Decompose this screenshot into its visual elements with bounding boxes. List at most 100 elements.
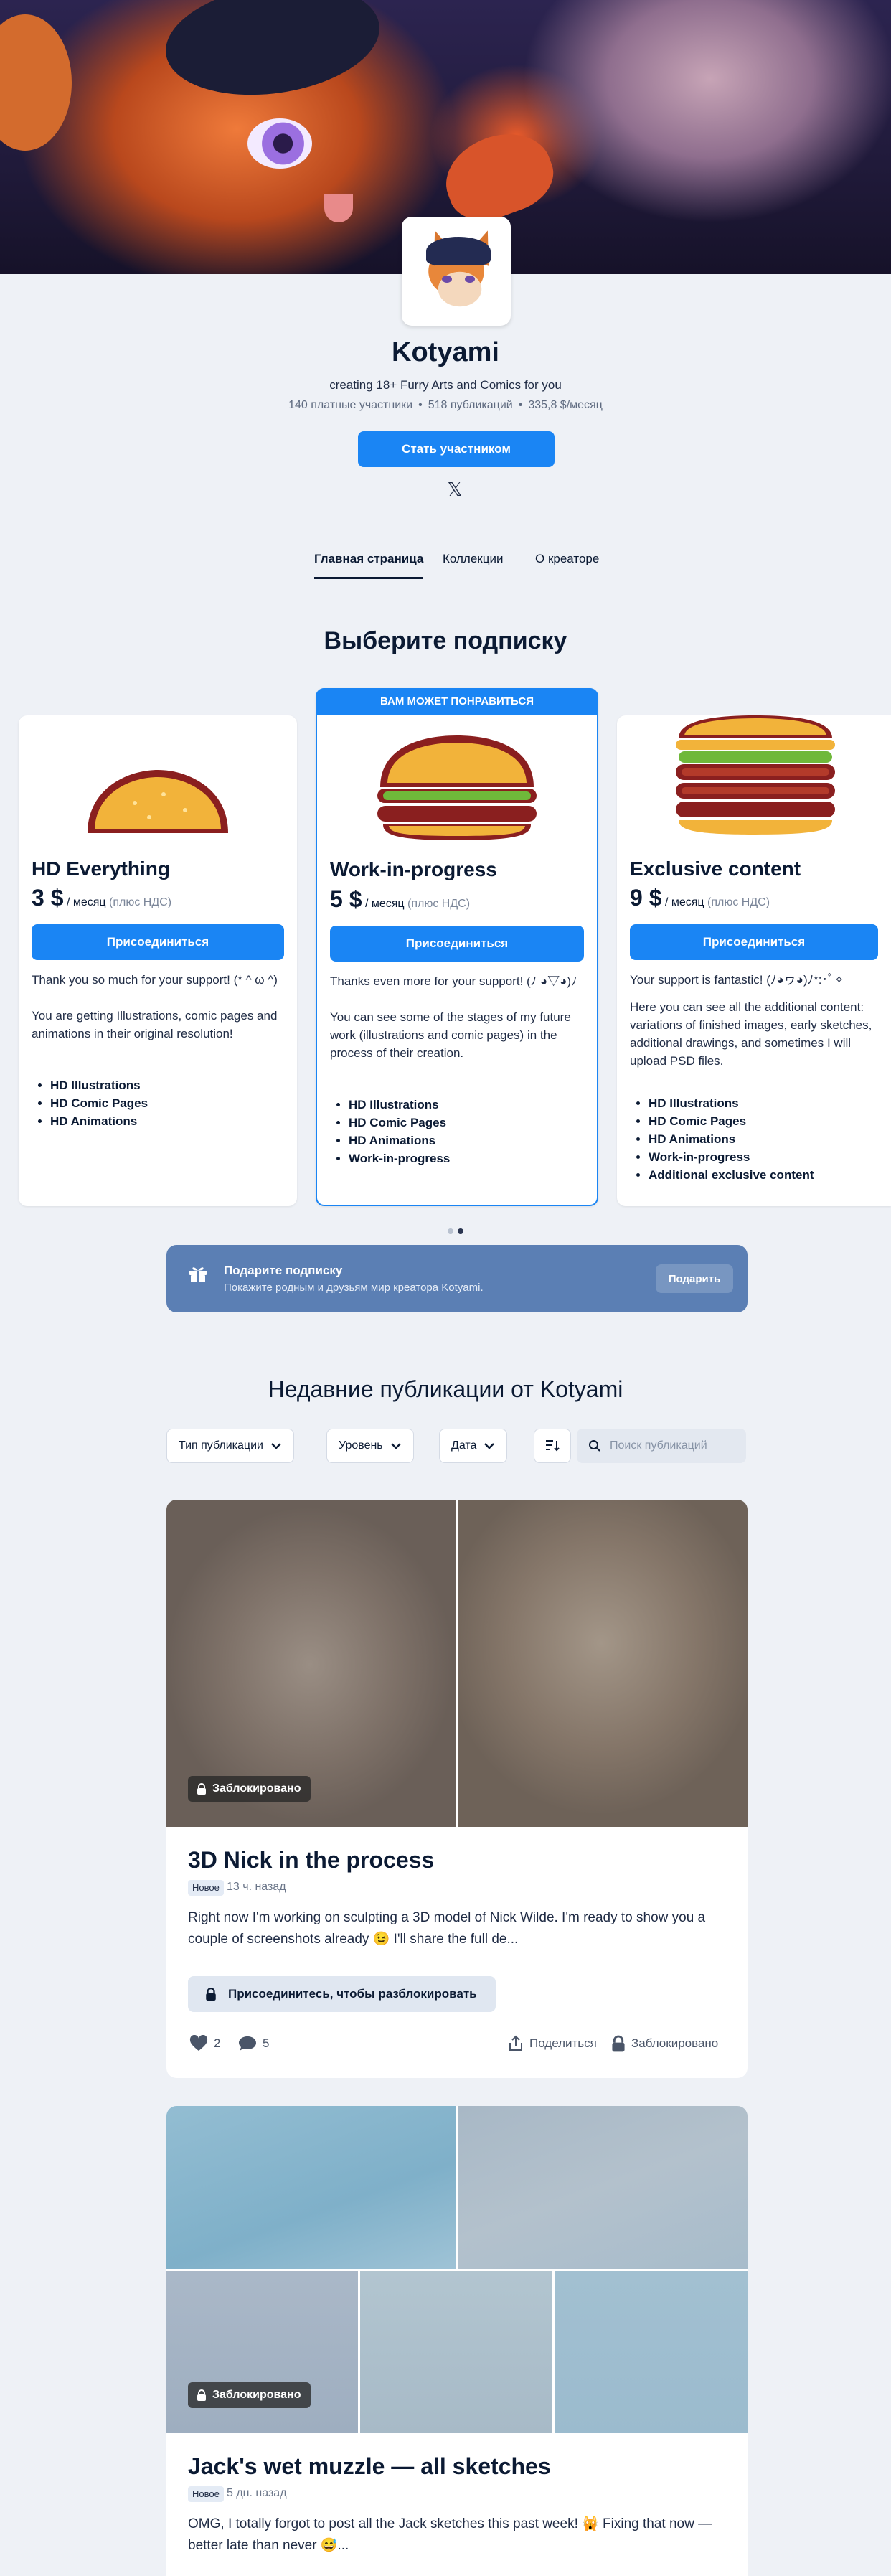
avatar-hat-shape <box>426 237 491 265</box>
post-timestamp: 13 ч. назад <box>227 1881 286 1893</box>
tier-card-hd-everything: HD Everything 3 $ / месяц (плюс НДС) При… <box>19 715 297 1206</box>
tier-title: Exclusive content <box>630 857 801 880</box>
post-image-blurred[interactable] <box>458 1500 748 1827</box>
benefit-item: HD Comic Pages <box>50 1095 286 1112</box>
cover-eye-shape <box>248 118 312 169</box>
tier-description: Thank you so much for your support! (* ^… <box>32 971 286 1061</box>
gift-subtitle: Покажите родным и друзьям мир креатора K… <box>224 1282 484 1294</box>
post-image-blurred[interactable] <box>360 2271 552 2433</box>
locked-label: Заблокировано <box>212 2389 301 2401</box>
tiers-section-title: Выберите подписку <box>324 627 567 654</box>
tab-collections[interactable]: Коллекции <box>443 548 503 578</box>
tier-join-button[interactable]: Присоединиться <box>330 926 584 962</box>
avatar-eye-shape <box>442 276 452 283</box>
post-timestamp: 5 дн. назад <box>227 2487 287 2499</box>
post-image-blurred[interactable] <box>555 2271 748 2433</box>
new-badge: Новое <box>188 2486 224 2502</box>
join-to-unlock-button[interactable]: Присоединитесь, чтобы разблокировать <box>188 1976 496 2012</box>
benefit-item: HD Illustrations <box>50 1077 286 1094</box>
tier-desc-line: You are getting Illustrations, comic pag… <box>32 1009 278 1040</box>
benefit-item: Additional exclusive content <box>649 1167 880 1184</box>
tier-price-period: / месяц <box>664 896 704 908</box>
share-button[interactable]: Поделиться <box>508 2035 597 2052</box>
avatar[interactable] <box>402 217 511 326</box>
sort-icon <box>546 1440 560 1452</box>
post-title[interactable]: 3D Nick in the process <box>188 1847 434 1874</box>
search-input[interactable] <box>610 1439 739 1452</box>
locked-badge: Заблокировано <box>188 1776 311 1802</box>
comments-button[interactable]: 5 <box>238 2035 269 2052</box>
lock-icon <box>612 2035 625 2052</box>
tier-price-amount: 9 $ <box>630 885 662 911</box>
sort-button[interactable] <box>534 1429 571 1463</box>
date-filter[interactable]: Дата <box>439 1429 508 1463</box>
gift-icon <box>189 1267 207 1282</box>
tier-desc-line: Here you can see all the additional cont… <box>630 1000 872 1068</box>
tier-desc-line: Thanks even more for your support! (ﾉ ◕▽… <box>330 974 578 988</box>
likes-count: 2 <box>214 2036 221 2050</box>
tier-price-vat: (плюс НДС) <box>707 896 770 908</box>
separator-dot: • <box>418 399 423 411</box>
stacked-burger-icon <box>676 715 835 835</box>
benefit-item: HD Animations <box>649 1131 880 1148</box>
share-label: Поделиться <box>529 2036 597 2050</box>
tier-desc-line: You can see some of the stages of my fut… <box>330 1010 571 1060</box>
carousel-dot[interactable] <box>448 1228 453 1234</box>
gift-button[interactable]: Подарить <box>656 1264 733 1293</box>
tier-price-vat: (плюс НДС) <box>407 898 471 910</box>
tier-price-period: / месяц <box>66 896 106 908</box>
tier-desc-line: Thank you so much for your support! (* ^… <box>32 973 278 987</box>
tier-price: 9 $ / месяц (плюс НДС) <box>630 885 770 911</box>
tier-filter[interactable]: Уровень <box>326 1429 414 1463</box>
recommended-banner: ВАМ МОЖЕТ ПОНРАВИТЬСЯ <box>316 688 598 715</box>
monthly-earnings: 335,8 $/месяц <box>528 399 603 411</box>
chevron-down-icon <box>484 1443 495 1449</box>
x-twitter-icon[interactable]: 𝕏 <box>446 481 464 499</box>
gift-title: Подарите подписку <box>224 1264 343 1277</box>
tier-desc-line: Your support is fantastic! (ﾉ◕ヮ◕)ﾉ*:･ﾟ✧ <box>630 973 844 987</box>
post-image-blurred[interactable] <box>166 2106 456 2269</box>
post-image-blurred[interactable] <box>166 2271 358 2433</box>
tier-card-work-in-progress: ВАМ МОЖЕТ ПОНРАВИТЬСЯ Work-in-progress 5… <box>316 688 598 1206</box>
become-member-button[interactable]: Стать участником <box>358 431 555 467</box>
post-search[interactable] <box>577 1429 746 1463</box>
carousel-dots <box>448 1225 468 1238</box>
post-excerpt: OMG, I totally forgot to post all the Ja… <box>188 2516 712 2553</box>
post-image-blurred[interactable] <box>458 2106 748 2269</box>
tier-price: 5 $ / месяц (плюс НДС) <box>330 886 470 913</box>
locked-status: Заблокировано <box>611 2035 718 2052</box>
tier-description: Thanks even more for your support! (ﾉ ◕▽… <box>330 972 585 1080</box>
benefit-item: HD Comic Pages <box>649 1113 880 1130</box>
post-card[interactable]: Заблокировано Jack's wet muzzle — all sk… <box>166 2106 748 2576</box>
benefit-item: Work-in-progress <box>349 1150 585 1167</box>
post-type-filter[interactable]: Тип публикации <box>166 1429 294 1463</box>
tier-join-button[interactable]: Присоединиться <box>32 924 284 960</box>
tab-home[interactable]: Главная страница <box>314 548 424 579</box>
like-button[interactable]: 2 <box>189 2035 220 2052</box>
locked-label: Заблокировано <box>212 1782 301 1795</box>
carousel-dot-active[interactable] <box>458 1228 463 1234</box>
filter-label: Уровень <box>339 1439 383 1452</box>
comments-count: 5 <box>263 2036 270 2050</box>
benefit-item: HD Illustrations <box>349 1096 585 1114</box>
cover-tongue-shape <box>324 194 353 222</box>
post-card[interactable]: Заблокировано 3D Nick in the process Нов… <box>166 1500 748 2078</box>
cover-hair-shape <box>159 0 387 108</box>
tier-price-vat: (плюс НДС) <box>109 896 172 908</box>
benefit-item: HD Comic Pages <box>349 1114 585 1132</box>
benefit-item: HD Illustrations <box>649 1095 880 1112</box>
tier-price-amount: 3 $ <box>32 885 64 911</box>
recent-posts-title: Недавние публикации от Kotyami <box>268 1376 623 1402</box>
post-title[interactable]: Jack's wet muzzle — all sketches <box>188 2453 551 2480</box>
tier-price: 3 $ / месяц (плюс НДС) <box>32 885 171 911</box>
lock-icon <box>197 1783 206 1795</box>
lock-icon <box>197 2389 206 2401</box>
creator-tagline: creating 18+ Furry Arts and Comics for y… <box>329 378 562 392</box>
heart-icon <box>189 2035 208 2051</box>
locked-status-label: Заблокировано <box>631 2036 719 2050</box>
tier-join-button[interactable]: Присоединиться <box>630 924 878 960</box>
chevron-down-icon <box>390 1443 401 1449</box>
filter-label: Дата <box>451 1439 477 1452</box>
tab-about[interactable]: О креаторе <box>535 548 599 578</box>
comment-icon <box>239 2036 256 2051</box>
